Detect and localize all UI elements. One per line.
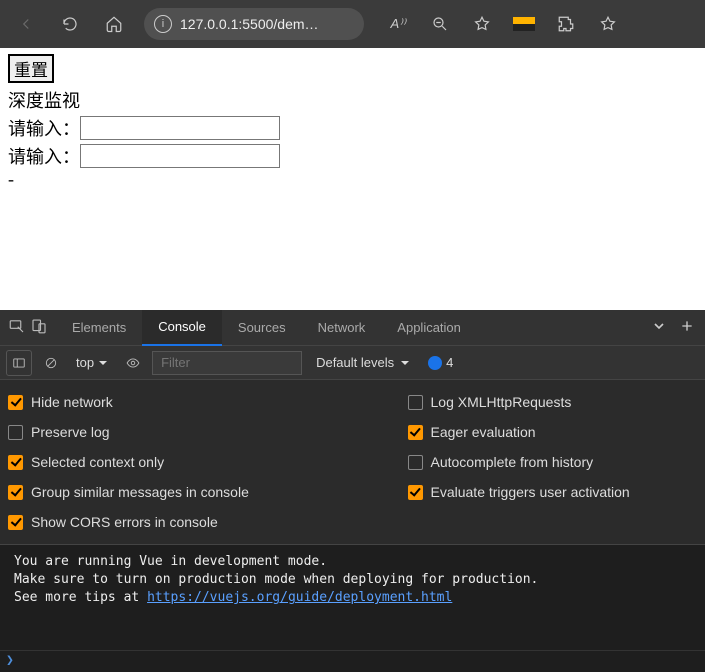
- msg-line3-prefix: See more tips at: [14, 590, 147, 605]
- msg-line2: Make sure to turn on production mode whe…: [14, 572, 538, 587]
- devtools-tabbar: Elements Console Sources Network Applica…: [0, 310, 705, 346]
- chevron-down-icon: [98, 358, 108, 368]
- checkbox-autocomplete[interactable]: Autocomplete from history: [408, 454, 698, 470]
- address-bar[interactable]: i 127.0.0.1:5500/dem…: [144, 8, 364, 40]
- site-info-icon[interactable]: i: [154, 15, 172, 33]
- live-expression-icon[interactable]: [120, 350, 146, 376]
- page-dash-text: -: [8, 169, 697, 190]
- favorite-icon[interactable]: [462, 4, 502, 44]
- chevron-down-icon: [400, 358, 410, 368]
- page-title: 深度监视: [8, 87, 697, 113]
- text-input-1[interactable]: [80, 116, 280, 140]
- collections-icon[interactable]: [504, 4, 544, 44]
- browser-top-bar: i 127.0.0.1:5500/dem… A⁾⁾: [0, 0, 705, 48]
- levels-label: Default levels: [316, 355, 394, 370]
- input-label-1: 请输入：: [8, 115, 80, 141]
- toggle-sidebar-icon[interactable]: [6, 350, 32, 376]
- console-prompt[interactable]: ❯: [0, 650, 705, 672]
- devtools-panel: Elements Console Sources Network Applica…: [0, 310, 705, 672]
- issues-indicator[interactable]: 4: [428, 355, 453, 370]
- url-text: 127.0.0.1:5500/dem…: [180, 16, 319, 32]
- checkbox-show-cors[interactable]: Show CORS errors in console: [8, 514, 298, 530]
- checkbox-preserve-log[interactable]: Preserve log: [8, 424, 298, 440]
- checkbox-log-xhr[interactable]: Log XMLHttpRequests: [408, 394, 698, 410]
- more-tabs-icon[interactable]: [651, 318, 667, 337]
- input-row-1: 请输入：: [8, 115, 697, 141]
- tab-network[interactable]: Network: [302, 310, 382, 346]
- add-tab-icon[interactable]: [679, 318, 695, 337]
- favorites-star-icon[interactable]: [588, 4, 628, 44]
- issues-badge-icon: [428, 356, 442, 370]
- home-button[interactable]: [94, 4, 134, 44]
- checkbox-group-similar[interactable]: Group similar messages in console: [8, 484, 298, 500]
- checkbox-triggers-activation[interactable]: Evaluate triggers user activation: [408, 484, 698, 500]
- device-toggle-icon[interactable]: [30, 317, 48, 338]
- text-input-2[interactable]: [80, 144, 280, 168]
- log-levels-selector[interactable]: Default levels: [316, 355, 410, 370]
- extensions-icon[interactable]: [546, 4, 586, 44]
- msg-line1: You are running Vue in development mode.: [14, 554, 327, 569]
- page-content: 重置 深度监视 请输入： 请输入： -: [0, 48, 705, 310]
- tab-elements[interactable]: Elements: [56, 310, 142, 346]
- input-label-2: 请输入：: [8, 143, 80, 169]
- read-aloud-icon[interactable]: A⁾⁾: [378, 4, 418, 44]
- clear-console-icon[interactable]: [38, 350, 64, 376]
- tab-sources[interactable]: Sources: [222, 310, 302, 346]
- reset-button[interactable]: 重置: [8, 54, 54, 83]
- checkbox-hide-network[interactable]: Hide network: [8, 394, 298, 410]
- zoom-out-icon[interactable]: [420, 4, 460, 44]
- console-settings-panel: Hide network Preserve log Selected conte…: [0, 380, 705, 544]
- tab-application[interactable]: Application: [381, 310, 477, 346]
- console-toolbar: top Default levels 4: [0, 346, 705, 380]
- issues-count: 4: [446, 355, 453, 370]
- input-row-2: 请输入：: [8, 143, 697, 169]
- back-button[interactable]: [6, 4, 46, 44]
- inspect-icon[interactable]: [8, 317, 26, 338]
- tab-console[interactable]: Console: [142, 310, 222, 346]
- deployment-link[interactable]: https://vuejs.org/guide/deployment.html: [147, 590, 452, 605]
- context-label: top: [76, 355, 94, 370]
- checkbox-selected-context[interactable]: Selected context only: [8, 454, 298, 470]
- console-filter-input[interactable]: [152, 351, 302, 375]
- refresh-button[interactable]: [50, 4, 90, 44]
- console-messages: You are running Vue in development mode.…: [0, 544, 705, 650]
- context-selector[interactable]: top: [70, 355, 114, 370]
- checkbox-eager-eval[interactable]: Eager evaluation: [408, 424, 698, 440]
